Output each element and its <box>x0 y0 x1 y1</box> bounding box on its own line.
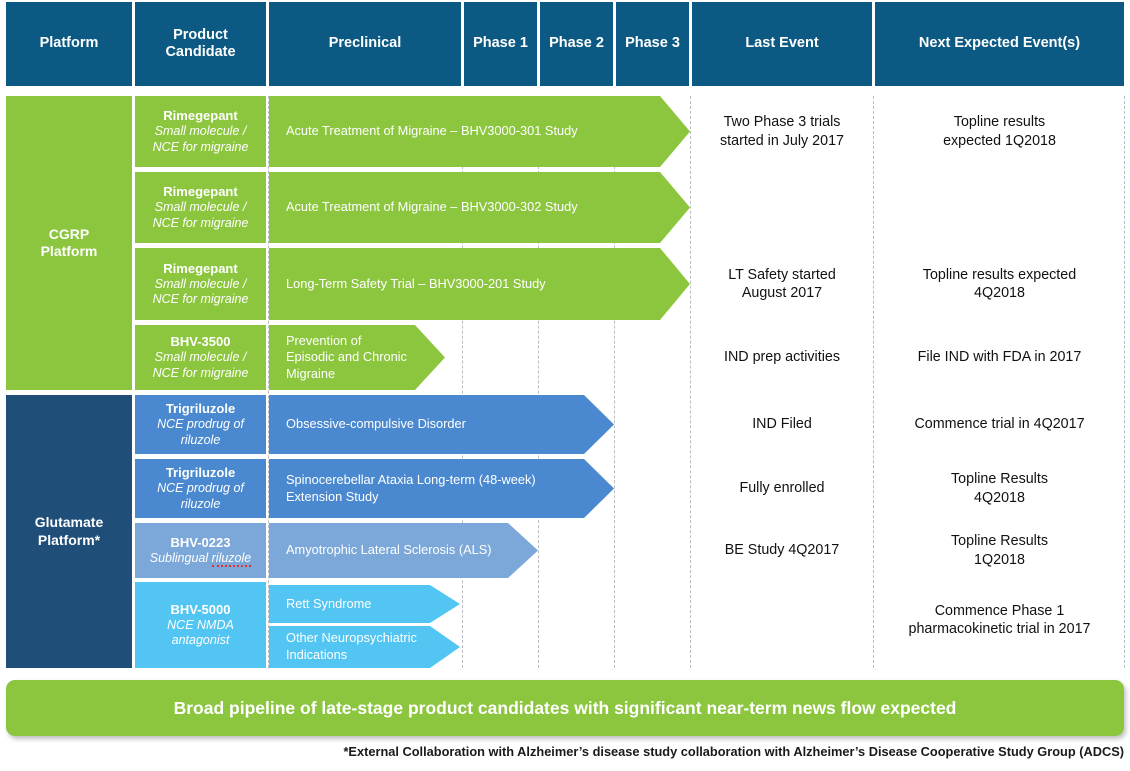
program-arrow: Other Neuropsychiatric Indications <box>269 626 460 668</box>
candidate-name: Rimegepant <box>163 260 238 276</box>
candidate-subtitle-line2: NCE for migraine <box>152 365 249 380</box>
candidate-subtitle-line2: riluzole <box>180 496 221 511</box>
next-expected-event-cell: Topline results expected 4Q2018 <box>922 266 1077 301</box>
program-arrow: Acute Treatment of Migraine – BHV3000-30… <box>269 172 690 243</box>
candidate-subtitle-line2: NCE for migraine <box>152 215 249 230</box>
program-label: Acute Treatment of Migraine – BHV3000-30… <box>286 199 578 215</box>
product-candidate-cell: Trigriluzole NCE prodrug of riluzole <box>135 459 266 518</box>
candidate-subtitle-line1: NCE prodrug of <box>157 417 244 432</box>
program-arrow: Acute Treatment of Migraine – BHV3000-30… <box>269 96 690 167</box>
phase-divider-line <box>690 96 691 668</box>
platform-label-line2: Platform <box>40 243 98 259</box>
product-candidate-cell: BHV-0223 Sublingual riluzole <box>135 523 266 578</box>
next-expected-event-cell: Topline Results 1Q2018 <box>951 533 1048 568</box>
product-candidate-cell: Rimegepant Small molecule / NCE for migr… <box>135 96 266 167</box>
next-expected-event-cell: Commence trial in 4Q2017 <box>914 416 1085 433</box>
platform-block-cgrp: CGRP Platform <box>6 96 132 390</box>
program-label: Acute Treatment of Migraine – BHV3000-30… <box>286 123 578 139</box>
program-label: Rett Syndrome <box>286 595 372 611</box>
candidate-name: Rimegepant <box>163 108 238 124</box>
platform-label-line1: CGRP <box>48 225 90 242</box>
next-expected-event-cell: Commence Phase 1 pharmacokinetic trial i… <box>908 602 1091 637</box>
candidate-subtitle-line1: NCE prodrug of <box>157 481 244 496</box>
table-header: Platform Product Candidate Preclinical P… <box>0 0 1130 88</box>
candidate-subtitle: Sublingual riluzole <box>149 551 252 567</box>
next-expected-event-cell <box>875 172 1124 243</box>
last-event-cell: Fully enrolled <box>739 480 825 497</box>
candidate-name: BHV-5000 <box>170 601 231 617</box>
footnote: *External Collaboration with Alzheimer’s… <box>343 744 1124 759</box>
candidate-subtitle-line1: Small molecule / <box>154 276 247 291</box>
column-header-phase-1: Phase 1 <box>464 2 537 86</box>
next-expected-event-cell: Topline Results 4Q2018 <box>951 471 1048 506</box>
phase-divider-line <box>1124 96 1125 668</box>
program-arrow: Spinocerebellar Ataxia Long-term (48-wee… <box>269 459 614 518</box>
program-label: Spinocerebellar Ataxia Long-term (48-wee… <box>286 471 536 504</box>
product-candidate-cell: BHV-5000 NCE NMDA antagonist <box>135 582 266 668</box>
candidate-name: Rimegepant <box>163 184 238 200</box>
product-candidate-cell: BHV-3500 Small molecule / NCE for migrai… <box>135 325 266 390</box>
column-header-product-candidate: Product Candidate <box>135 2 266 86</box>
last-event-cell: BE Study 4Q2017 <box>724 542 840 559</box>
candidate-subtitle-line1: Sublingual <box>149 551 212 565</box>
product-candidate-cell: Rimegepant Small molecule / NCE for migr… <box>135 248 266 320</box>
last-event-cell: LT Safety started August 2017 <box>728 266 836 301</box>
candidate-subtitle-line2: NCE for migraine <box>152 292 249 307</box>
column-header-platform: Platform <box>6 2 132 86</box>
program-arrow: Obsessive-compulsive Disorder <box>269 395 614 454</box>
program-arrow: Prevention of Episodic and Chronic Migra… <box>269 325 445 390</box>
column-header-phase-2: Phase 2 <box>540 2 613 86</box>
candidate-name: Trigriluzole <box>165 401 236 417</box>
program-label: Long-Term Safety Trial – BHV3000-201 Stu… <box>286 275 546 291</box>
candidate-subtitle-line1: Small molecule / <box>154 124 247 139</box>
candidate-subtitle-line2: riluzole <box>180 432 221 447</box>
platform-label-line1: Glutamate <box>34 514 104 530</box>
candidate-subtitle-line1: Small molecule / <box>154 350 247 365</box>
platform-label-line2: Platform* <box>37 531 101 548</box>
last-event-cell: IND prep activities <box>723 349 840 366</box>
product-candidate-cell: Rimegepant Small molecule / NCE for migr… <box>135 172 266 243</box>
column-header-preclinical: Preclinical <box>269 2 461 86</box>
program-label: Prevention of Episodic and Chronic Migra… <box>286 332 407 381</box>
candidate-subtitle-spellcheck-word: riluzole <box>211 551 252 567</box>
product-candidate-cell: Trigriluzole NCE prodrug of riluzole <box>135 395 266 454</box>
last-event-cell <box>692 582 872 668</box>
program-label: Other Neuropsychiatric Indications <box>286 630 417 662</box>
next-expected-event-cell: Topline results expected 1Q2018 <box>943 114 1056 149</box>
column-header-phase-3: Phase 3 <box>616 2 689 86</box>
program-arrow: Rett Syndrome <box>269 585 460 623</box>
phase-divider-line <box>268 96 269 668</box>
program-arrow: Amyotrophic Lateral Sclerosis (ALS) <box>269 523 538 578</box>
candidate-subtitle-line1: NCE NMDA <box>167 617 234 632</box>
next-expected-event-cell: File IND with FDA in 2017 <box>917 349 1082 366</box>
candidate-name: Trigriluzole <box>165 465 236 481</box>
candidate-name: BHV-0223 <box>170 534 231 550</box>
column-header-last-event: Last Event <box>692 2 872 86</box>
candidate-subtitle-line2: antagonist <box>171 633 230 648</box>
last-event-cell <box>692 172 872 243</box>
program-label: Obsessive-compulsive Disorder <box>286 416 466 432</box>
column-header-next-expected-event: Next Expected Event(s) <box>875 2 1124 86</box>
program-label: Amyotrophic Lateral Sclerosis (ALS) <box>286 542 492 558</box>
platform-block-glutamate: Glutamate Platform* <box>6 395 132 668</box>
candidate-name: BHV-3500 <box>170 334 231 350</box>
candidate-subtitle-line2: NCE for migraine <box>152 139 249 154</box>
summary-banner: Broad pipeline of late-stage product can… <box>6 680 1124 736</box>
phase-divider-line <box>873 96 874 668</box>
candidate-subtitle-line1: Small molecule / <box>154 200 247 215</box>
last-event-cell: Two Phase 3 trials started in July 2017 <box>720 114 844 149</box>
last-event-cell: IND Filed <box>752 416 812 433</box>
program-arrow: Long-Term Safety Trial – BHV3000-201 Stu… <box>269 248 690 320</box>
